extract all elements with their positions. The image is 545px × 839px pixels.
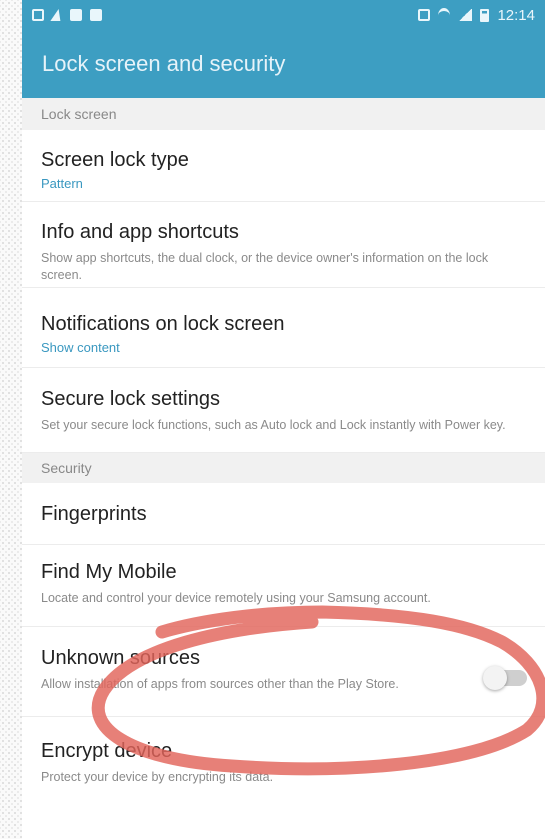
setting-fingerprints[interactable]: Fingerprints (22, 483, 545, 545)
flash-icon (50, 9, 64, 21)
section-header-lock-screen: Lock screen (22, 98, 545, 130)
setting-description: Protect your device by encrypting its da… (41, 770, 274, 784)
wifi-icon (438, 7, 451, 23)
setting-value: Show content (41, 340, 120, 355)
status-left-icons (32, 9, 102, 21)
setting-title: Unknown sources (41, 647, 200, 669)
notification-square-icon (32, 9, 44, 21)
setting-title: Encrypt device (41, 740, 173, 762)
phone-screen: 12:14 Lock screen and security Lock scre… (22, 0, 545, 839)
gallery-icon (70, 9, 82, 21)
battery-icon (480, 8, 490, 22)
setting-description: Show app shortcuts, the dual clock, or t… (41, 251, 489, 282)
page-title: Lock screen and security (42, 51, 286, 76)
setting-title: Secure lock settings (41, 388, 220, 410)
settings-list: Lock screen Screen lock type Pattern Inf… (22, 98, 545, 797)
setting-title: Notifications on lock screen (41, 313, 285, 335)
setting-encrypt-device[interactable]: Encrypt device Protect your device by en… (22, 717, 545, 797)
section-header-security: Security (22, 453, 545, 483)
unknown-sources-toggle[interactable] (483, 666, 527, 690)
signal-icon (458, 9, 473, 21)
app-bar: Lock screen and security (22, 30, 545, 98)
setting-find-my-mobile[interactable]: Find My Mobile Locate and control your d… (22, 545, 545, 627)
status-time: 12:14 (497, 6, 535, 24)
section-header-label: Security (41, 460, 92, 476)
setting-description: Allow installation of apps from sources … (41, 677, 399, 691)
status-bar: 12:14 (22, 0, 545, 30)
setting-screen-lock-type[interactable]: Screen lock type Pattern (22, 130, 545, 202)
setting-secure-lock-settings[interactable]: Secure lock settings Set your secure loc… (22, 368, 545, 453)
setting-info-app-shortcuts[interactable]: Info and app shortcuts Show app shortcut… (22, 202, 545, 288)
nfc-icon (418, 9, 431, 21)
setting-title: Screen lock type (41, 149, 189, 171)
setting-notifications-lock-screen[interactable]: Notifications on lock screen Show conten… (22, 288, 545, 368)
setting-description: Set your secure lock functions, such as … (41, 418, 506, 432)
left-dotted-border (0, 0, 22, 839)
toggle-knob (483, 666, 507, 690)
setting-title: Fingerprints (41, 503, 147, 525)
message-icon (90, 9, 102, 21)
setting-title: Find My Mobile (41, 561, 177, 583)
setting-title: Info and app shortcuts (41, 221, 239, 243)
setting-value: Pattern (41, 176, 83, 191)
section-header-label: Lock screen (41, 106, 117, 122)
status-right-icons: 12:14 (418, 7, 535, 24)
setting-unknown-sources[interactable]: Unknown sources Allow installation of ap… (22, 627, 545, 717)
setting-description: Locate and control your device remotely … (41, 591, 431, 605)
